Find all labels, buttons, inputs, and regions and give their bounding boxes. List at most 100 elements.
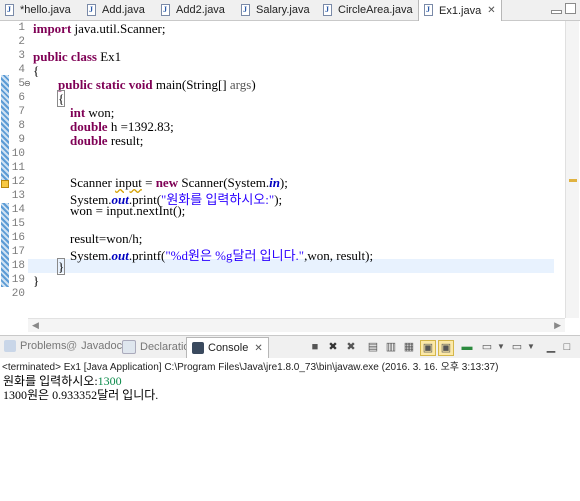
code-text: Scanner(System. (178, 175, 270, 190)
java-file-icon: J (160, 3, 172, 17)
code-text: ) (251, 77, 256, 92)
minimize-icon[interactable] (551, 10, 562, 14)
static-field: out (111, 248, 129, 263)
code-line-19: } (33, 273, 39, 289)
scroll-left-icon[interactable]: ◀ (32, 320, 39, 331)
code-text: Ex1 (96, 49, 122, 64)
line-number: 14 (11, 204, 25, 216)
editor-tab-label: Add2.java (176, 4, 225, 16)
minimize-view-icon[interactable]: ▁ (544, 340, 558, 354)
code-text: ); (279, 175, 288, 190)
code-text: java.util.Scanner; (71, 21, 166, 36)
string-literal: "%d원은 %g달러 입니다." (165, 248, 305, 263)
close-tab-icon[interactable]: ✕ (487, 5, 495, 16)
clear-console-icon[interactable]: ▤ (366, 340, 380, 354)
code-line-14: won = input.nextInt(); (70, 203, 185, 219)
remove-all-launches-icon[interactable]: ✖ (344, 340, 358, 354)
editor-tab-label: CircleArea.java (338, 4, 413, 16)
tab-label: Console (208, 342, 249, 354)
keyword: new (155, 175, 179, 190)
remove-launch-icon[interactable]: ✖ (326, 340, 340, 354)
line-number: 13 (11, 190, 25, 202)
tab-problems[interactable]: Problems (4, 340, 66, 352)
code-text: args (229, 77, 252, 92)
scroll-lock-icon[interactable]: ▥ (384, 340, 398, 354)
horizontal-scrollbar[interactable]: ◀ ▶ (28, 318, 565, 332)
tab-console[interactable]: Console ✕ (186, 337, 269, 358)
code-line-9: double result; (70, 133, 143, 149)
line-number: 19 (11, 274, 25, 286)
code-line-18: } (56, 258, 66, 275)
code-text: h =1392.83; (107, 119, 174, 134)
code-text: ,won, result); (304, 248, 374, 263)
code-text: .printf( (128, 248, 166, 263)
editor-tab-label: *hello.java (20, 4, 71, 16)
show-on-stdout-icon[interactable]: ▣ (420, 340, 436, 356)
console-result-line: 1300원은 0.933352달러 입니다. (3, 388, 159, 402)
code-text: result; (107, 133, 144, 148)
quick-diff-marker (1, 75, 9, 187)
line-number: 2 (18, 36, 25, 48)
scroll-right-icon[interactable]: ▶ (554, 320, 561, 331)
line-number: 15 (11, 218, 25, 230)
keyword: public class (33, 49, 97, 64)
terminate-icon[interactable]: ■ (308, 340, 322, 354)
keyword: int (70, 105, 86, 120)
java-file-icon: J (86, 3, 98, 17)
editor-tab-ex1[interactable]: J Ex1.java ✕ (418, 0, 502, 21)
pin-console-icon[interactable]: ▬ (460, 340, 474, 354)
quick-diff-marker (1, 203, 9, 287)
editor-tab-add2[interactable]: J Add2.java (160, 0, 225, 20)
overview-warning-marker[interactable] (569, 179, 577, 182)
tab-declaration[interactable]: Declaration (122, 340, 196, 354)
keyword: double (70, 119, 108, 134)
java-file-icon: J (423, 4, 435, 17)
editor-tab-label: Add.java (102, 4, 145, 16)
chevron-down-icon[interactable]: ▼ (524, 340, 538, 354)
keyword: double (70, 133, 108, 148)
display-console-icon[interactable]: ▭ (480, 340, 494, 354)
line-number: 6 (18, 92, 25, 104)
line-number: 16 (11, 232, 25, 244)
tab-label: Javadoc (81, 340, 123, 352)
editor-tab-circlearea[interactable]: J CircleArea.java (322, 0, 413, 20)
line-number: 7 (18, 106, 25, 118)
code-line-4: { (33, 63, 39, 79)
close-tab-icon[interactable]: ✕ (254, 343, 262, 354)
code-text: System. (70, 248, 112, 263)
fold-collapse-icon[interactable]: ⊖ (24, 79, 31, 88)
view-tab-bar: Problems @ Javadoc Declaration Console ✕… (0, 335, 580, 359)
console-output[interactable]: <terminated> Ex1 [Java Application] C:\P… (0, 358, 580, 501)
editor-tab-hello[interactable]: J *hello.java (4, 0, 71, 20)
word-wrap-icon[interactable]: ▦ (402, 340, 416, 354)
java-file-icon: J (240, 3, 252, 17)
javadoc-icon: @ (66, 340, 78, 352)
code-line-5: public static void main(String[] args) (58, 77, 256, 93)
editor-tab-add[interactable]: J Add.java (86, 0, 145, 20)
open-console-icon[interactable]: ▭ (510, 340, 524, 354)
editor-tab-salary[interactable]: J Salary.java (240, 0, 310, 20)
declaration-icon (122, 340, 136, 354)
maximize-view-icon[interactable]: □ (560, 340, 574, 354)
tab-javadoc[interactable]: @ Javadoc (66, 340, 122, 352)
code-text: won = input.nextInt(); (70, 203, 186, 218)
code-text: = (141, 175, 156, 190)
chevron-down-icon[interactable]: ▼ (494, 340, 508, 354)
line-number: 20 (11, 288, 25, 300)
code-text: { (33, 63, 40, 78)
line-number: 3 (18, 50, 25, 62)
text-caret (64, 260, 66, 272)
warning-icon[interactable] (1, 180, 9, 188)
show-on-stderr-icon[interactable]: ▣ (438, 340, 454, 356)
maximize-icon[interactable] (565, 3, 576, 14)
line-number: 11 (11, 162, 25, 174)
code-editor[interactable]: 1 2 3 4 5 6 7 8 9 10 11 12 13 14 15 16 17 18 19 20 ⊖ import… (0, 21, 565, 318)
editor-tab-label: Ex1.java (439, 4, 482, 17)
line-number: 1 (18, 22, 25, 34)
editor-tab-label: Salary.java (256, 4, 310, 16)
code-line-1: import java.util.Scanner; (33, 21, 166, 37)
vertical-scrollbar[interactable] (565, 21, 579, 318)
static-field: in (269, 175, 280, 190)
code-text: main(String[] (152, 77, 230, 92)
matching-brace: { (56, 90, 66, 107)
